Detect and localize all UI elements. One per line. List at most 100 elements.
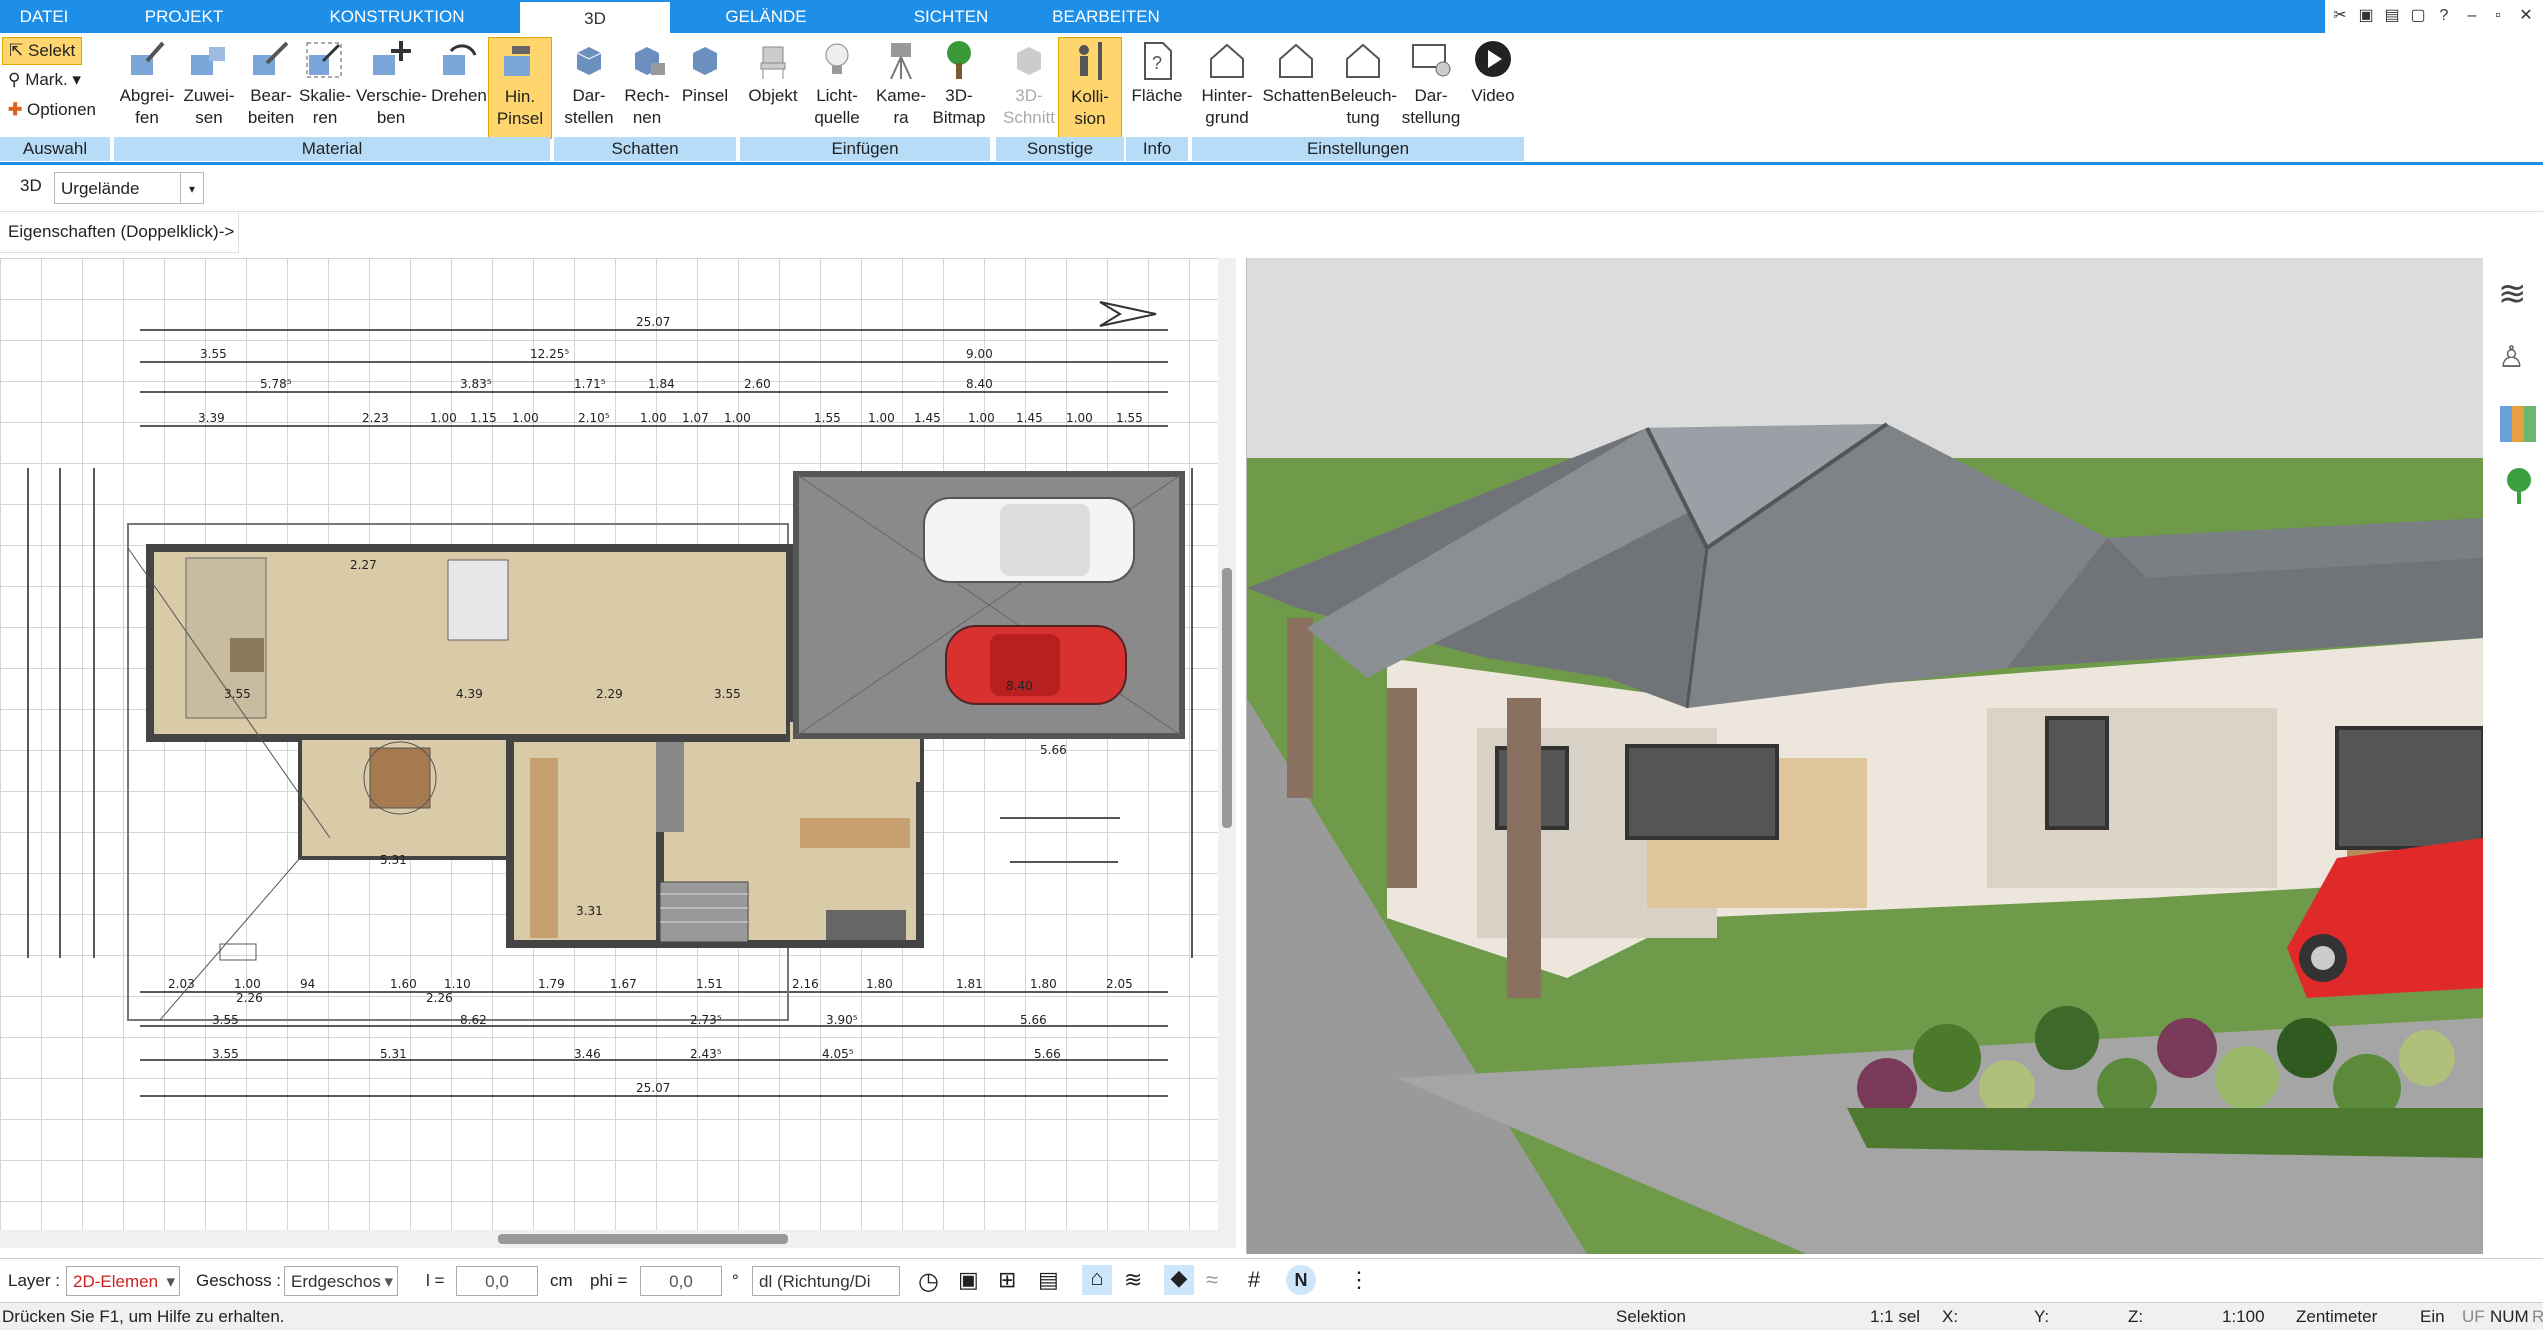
floor-plan-view[interactable]: 25.07 3.55 12.25⁵ 9.00 5.78⁵ 3.83⁵ 1.71⁵ 1.84…	[0, 258, 1218, 1248]
bulb-icon	[825, 43, 849, 74]
svg-text:1.81: 1.81	[956, 977, 983, 991]
mark-button[interactable]: ⚲ Mark. ▾	[2, 67, 87, 93]
darstellen-button[interactable]: Dar- stellen	[558, 37, 620, 137]
svg-text:2.27: 2.27	[350, 558, 377, 572]
maximize-icon[interactable]: ▫	[2487, 5, 2509, 27]
minimize-icon[interactable]: –	[2461, 5, 2483, 27]
plan-scrollbar-vertical[interactable]	[1218, 258, 1236, 1248]
floor-icon[interactable]: ◆	[1164, 1265, 1194, 1295]
cursor-icon: ⇱	[9, 41, 24, 60]
objekt-button[interactable]: Objekt	[742, 37, 804, 137]
beleuchtung-button[interactable]: Beleuch- tung	[1330, 37, 1397, 137]
skalieren-button[interactable]: Skalie- ren	[294, 37, 356, 137]
floor-plan-drawing: 25.07 3.55 12.25⁵ 9.00 5.78⁵ 3.83⁵ 1.71⁵ 1.84…	[27, 301, 1193, 1097]
north-icon[interactable]: N	[1286, 1265, 1316, 1295]
3d-bitmap-button[interactable]: 3D- Bitmap	[928, 37, 990, 137]
layers-small-icon[interactable]: ▤	[1038, 1267, 1059, 1293]
angle-input[interactable]: 0,0	[640, 1266, 722, 1296]
3d-view[interactable]	[1246, 258, 2483, 1254]
tab-projekt[interactable]: PROJEKT	[128, 0, 240, 33]
kamera-button[interactable]: Kame- ra	[870, 37, 932, 137]
elements-icon[interactable]: ⊞	[998, 1267, 1016, 1293]
zuweisen-button[interactable]: Zuwei- sen	[178, 37, 240, 137]
select-button[interactable]: ⇱ Selekt	[2, 37, 83, 65]
materials-icon[interactable]	[2500, 406, 2536, 442]
scroll-thumb[interactable]	[1222, 568, 1232, 828]
tools-icon[interactable]: ✂	[2329, 5, 2351, 27]
svg-text:3.55: 3.55	[212, 1013, 239, 1027]
drehen-button[interactable]: Drehen	[428, 37, 490, 137]
bearbeiten-button[interactable]: Bear- beiten	[240, 37, 302, 137]
clock-icon[interactable]: ◷	[918, 1267, 939, 1296]
window-icon[interactable]: ▢	[2407, 5, 2429, 27]
wall-icon[interactable]: ≋	[1124, 1267, 1142, 1293]
svg-text:1.45: 1.45	[1016, 411, 1043, 425]
plan-scrollbar-horizontal[interactable]	[0, 1230, 1218, 1248]
geschoss-select[interactable]: Erdgeschos ▾	[284, 1266, 398, 1296]
plants-icon[interactable]	[2502, 466, 2536, 506]
cube-shadow-icon	[576, 47, 602, 75]
grid-icon[interactable]: #	[1248, 1267, 1260, 1293]
scroll-thumb[interactable]	[498, 1234, 788, 1244]
svg-text:25.07: 25.07	[636, 1081, 670, 1095]
furniture-icon[interactable]: ♙	[2498, 338, 2538, 378]
length-input[interactable]: 0,0	[456, 1266, 538, 1296]
help-icon[interactable]: ?	[2433, 5, 2455, 27]
3d-schnitt-button[interactable]: 3D- Schnitt	[998, 37, 1060, 137]
tab-sichten[interactable]: SICHTEN	[900, 0, 1002, 33]
darstellung-button[interactable]: Dar- stellung	[1400, 37, 1462, 137]
layers-icon[interactable]: ≋	[2498, 274, 2538, 314]
svg-text:1.51: 1.51	[696, 977, 723, 991]
rechnen-button[interactable]: Rech- nen	[616, 37, 678, 137]
svg-text:4.05⁵: 4.05⁵	[822, 1047, 854, 1061]
layer-select[interactable]: 2D-Elemen ▾	[66, 1266, 180, 1296]
tab-3d[interactable]: 3D	[520, 0, 670, 35]
svg-text:9.00: 9.00	[966, 347, 993, 361]
group-sonstige: Sonstige	[996, 137, 1124, 161]
svg-text:1.00: 1.00	[724, 411, 751, 425]
flaeche-button[interactable]: ? Fläche	[1126, 37, 1188, 137]
schatten-settings-button[interactable]: Schatten	[1262, 37, 1330, 137]
svg-text:1.00: 1.00	[234, 977, 261, 991]
group-info: Info	[1126, 137, 1188, 161]
more-icon[interactable]: ⋮	[1348, 1267, 1370, 1293]
lichtquelle-button[interactable]: Licht- quelle	[806, 37, 868, 137]
hin-pinsel-button[interactable]: Hin. Pinsel	[488, 37, 552, 139]
direction-select[interactable]: dl (Richtung/Di	[752, 1266, 900, 1296]
roof-icon[interactable]: ⌂	[1082, 1265, 1112, 1295]
monitor-icon[interactable]: ▣	[958, 1267, 979, 1293]
group-schatten: Schatten	[554, 137, 736, 161]
svg-text:2.10⁵: 2.10⁵	[578, 411, 610, 425]
tab-bearbeiten[interactable]: BEARBEITEN	[1048, 0, 1164, 33]
svg-text:5.66: 5.66	[1034, 1047, 1061, 1061]
cube-compute-icon	[635, 47, 665, 75]
pipette-icon	[131, 41, 165, 75]
layer-dropdown[interactable]: Urgelände ▾	[54, 172, 204, 204]
tab-datei[interactable]: DATEI	[0, 0, 88, 33]
menu-bar: DATEI PROJEKT KONSTRUKTION 3D GELÄNDE SI…	[0, 0, 2543, 35]
tab-gelaende[interactable]: GELÄNDE	[716, 0, 816, 33]
terrain-icon[interactable]: ≈	[1206, 1267, 1218, 1293]
svg-text:3.55: 3.55	[200, 347, 227, 361]
svg-text:8.62: 8.62	[460, 1013, 487, 1027]
video-button[interactable]: Video	[1462, 37, 1524, 137]
verschieben-button[interactable]: Verschie- ben	[356, 37, 427, 137]
svg-text:5.78⁵: 5.78⁵	[260, 377, 292, 391]
properties-button[interactable]: Eigenschaften (Doppelklick)->	[0, 212, 239, 253]
svg-text:1.45: 1.45	[914, 411, 941, 425]
tab-konstruktion[interactable]: KONSTRUKTION	[314, 0, 480, 33]
folder-icon[interactable]: ▣	[2355, 5, 2377, 27]
kollision-button[interactable]: Kolli- sion	[1058, 37, 1122, 139]
options-button[interactable]: ✚ Optionen	[2, 97, 102, 123]
3d-rendering	[1247, 258, 2483, 1254]
pinsel-button[interactable]: Pinsel	[674, 37, 736, 137]
hintergrund-button[interactable]: Hinter- grund	[1194, 37, 1260, 137]
svg-text:5.66: 5.66	[1020, 1013, 1047, 1027]
close-icon[interactable]: ✕	[2515, 5, 2537, 27]
chevron-down-icon[interactable]: ▾	[180, 173, 203, 203]
abgreifen-button[interactable]: Abgrei- fen	[116, 37, 178, 137]
copy-icon[interactable]: ▤	[2381, 5, 2403, 27]
tree-icon	[947, 41, 971, 79]
collision-icon	[1079, 42, 1102, 80]
svg-text:8.40: 8.40	[966, 377, 993, 391]
